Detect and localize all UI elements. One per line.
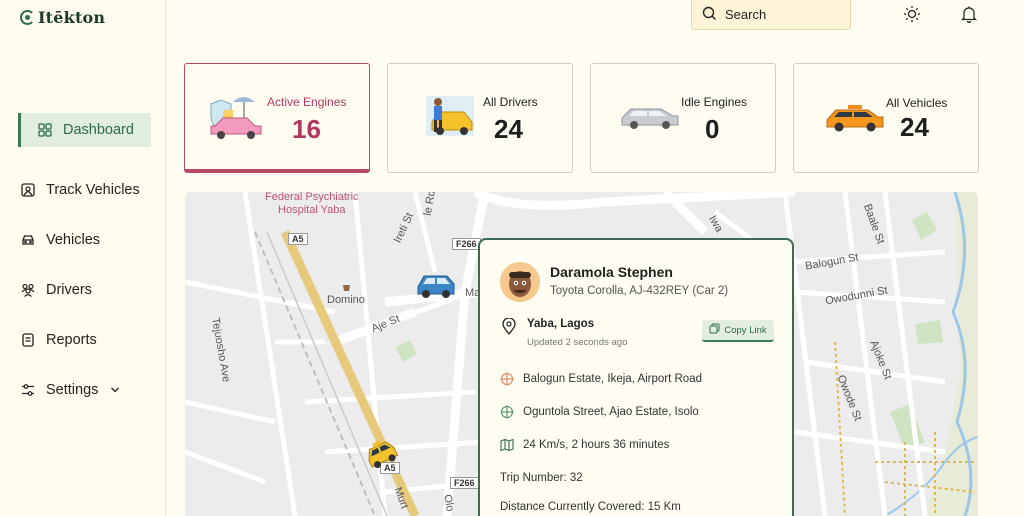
chevron-down-icon[interactable] [110,382,120,398]
last-updated: Updated 2 seconds ago [527,337,628,348]
sidebar-item-settings[interactable]: Settings [18,373,151,407]
sidebar: Itēkton Dashboard Track Vehicles Vehicle… [0,0,166,516]
idle-car-illustration [621,108,679,129]
sidebar-item-label: Settings [46,382,99,398]
sun-icon[interactable] [902,4,922,24]
car-icon [20,232,36,248]
people-icon [20,282,36,298]
stat-card-all-vehicles[interactable]: All Vehicles 24 [793,63,979,173]
location-pin-icon [502,317,516,340]
active-engines-illustration [210,97,262,139]
route-shield-f266: F266 [450,477,479,489]
shop-icon [343,285,350,291]
trip-speed-duration: 24 Km/s, 2 hours 36 minutes [523,439,670,451]
bell-icon[interactable] [959,4,979,24]
taxi-illustration [826,105,884,132]
sidebar-item-vehicles[interactable]: Vehicles [18,223,151,257]
stat-label: All Drivers [483,95,538,109]
sidebar-item-label: Track Vehicles [46,182,140,198]
copy-link-button[interactable]: Copy Link [702,320,774,342]
stat-card-active-engines[interactable]: Active Engines 16 [184,63,370,173]
trip-number: Trip Number: 32 [500,472,583,484]
report-icon [20,332,36,348]
sidebar-item-label: Dashboard [63,122,134,138]
vehicle-details: Toyota Corolla, AJ-432REY (Car 2) [550,285,729,297]
current-location: Yaba, Lagos [527,318,595,330]
stat-label: Active Engines [267,95,347,109]
driver-name: Daramola Stephen [550,264,673,280]
copy-link-label: Copy Link [724,324,767,336]
vehicle-marker-icon[interactable] [415,270,457,300]
map-label-domino: Domino [327,294,365,306]
driver-avatar-icon [500,262,540,302]
grid-icon [37,122,53,138]
map-label-psychiatric: Federal Psychiatric Hospital Yaba [265,192,359,216]
stat-value: 0 [705,114,720,144]
stat-value: 24 [900,112,929,142]
stat-label: Idle Engines [681,95,748,109]
taxi-marker-icon[interactable] [363,437,399,469]
destination-crosshair-icon [500,405,514,424]
sidebar-item-label: Drivers [46,282,92,298]
search-placeholder: Search [725,7,767,22]
map-icon [20,182,36,198]
route-shield-a5: A5 [288,233,308,245]
route-map-icon [500,438,514,457]
search-icon [702,6,717,24]
origin-crosshair-icon [500,372,514,391]
copy-icon [709,323,720,337]
driver-info-popup: Daramola Stephen Toyota Corolla, AJ-432R… [478,238,794,516]
sidebar-item-drivers[interactable]: Drivers [18,273,151,307]
stat-card-all-drivers[interactable]: All Drivers 24 [387,63,573,173]
stat-card-idle-engines[interactable]: Idle Engines 0 [590,63,776,173]
sidebar-item-dashboard[interactable]: Dashboard [18,113,151,147]
distance-covered: Distance Currently Covered: 15 Km [500,501,681,513]
trip-destination: Oguntola Street, Ajao Estate, Isolo [523,406,699,418]
sidebar-item-label: Reports [46,332,97,348]
stat-label: All Vehicles [886,96,948,110]
stat-value: 24 [494,114,523,144]
avatar [500,262,540,302]
sidebar-item-label: Vehicles [46,232,101,248]
search-input[interactable]: Search [691,0,851,30]
all-drivers-illustration [426,96,474,136]
sidebar-item-track-vehicles[interactable]: Track Vehicles [18,173,151,207]
app-logo[interactable]: Itēkton [20,8,105,27]
trip-origin: Balogun Estate, Ikeja, Airport Road [523,373,702,385]
settings-icon [20,382,36,398]
stat-value: 16 [292,114,321,144]
logo-icon [20,10,35,25]
route-shield-f266: F266 [452,238,481,250]
sidebar-item-reports[interactable]: Reports [18,323,151,357]
